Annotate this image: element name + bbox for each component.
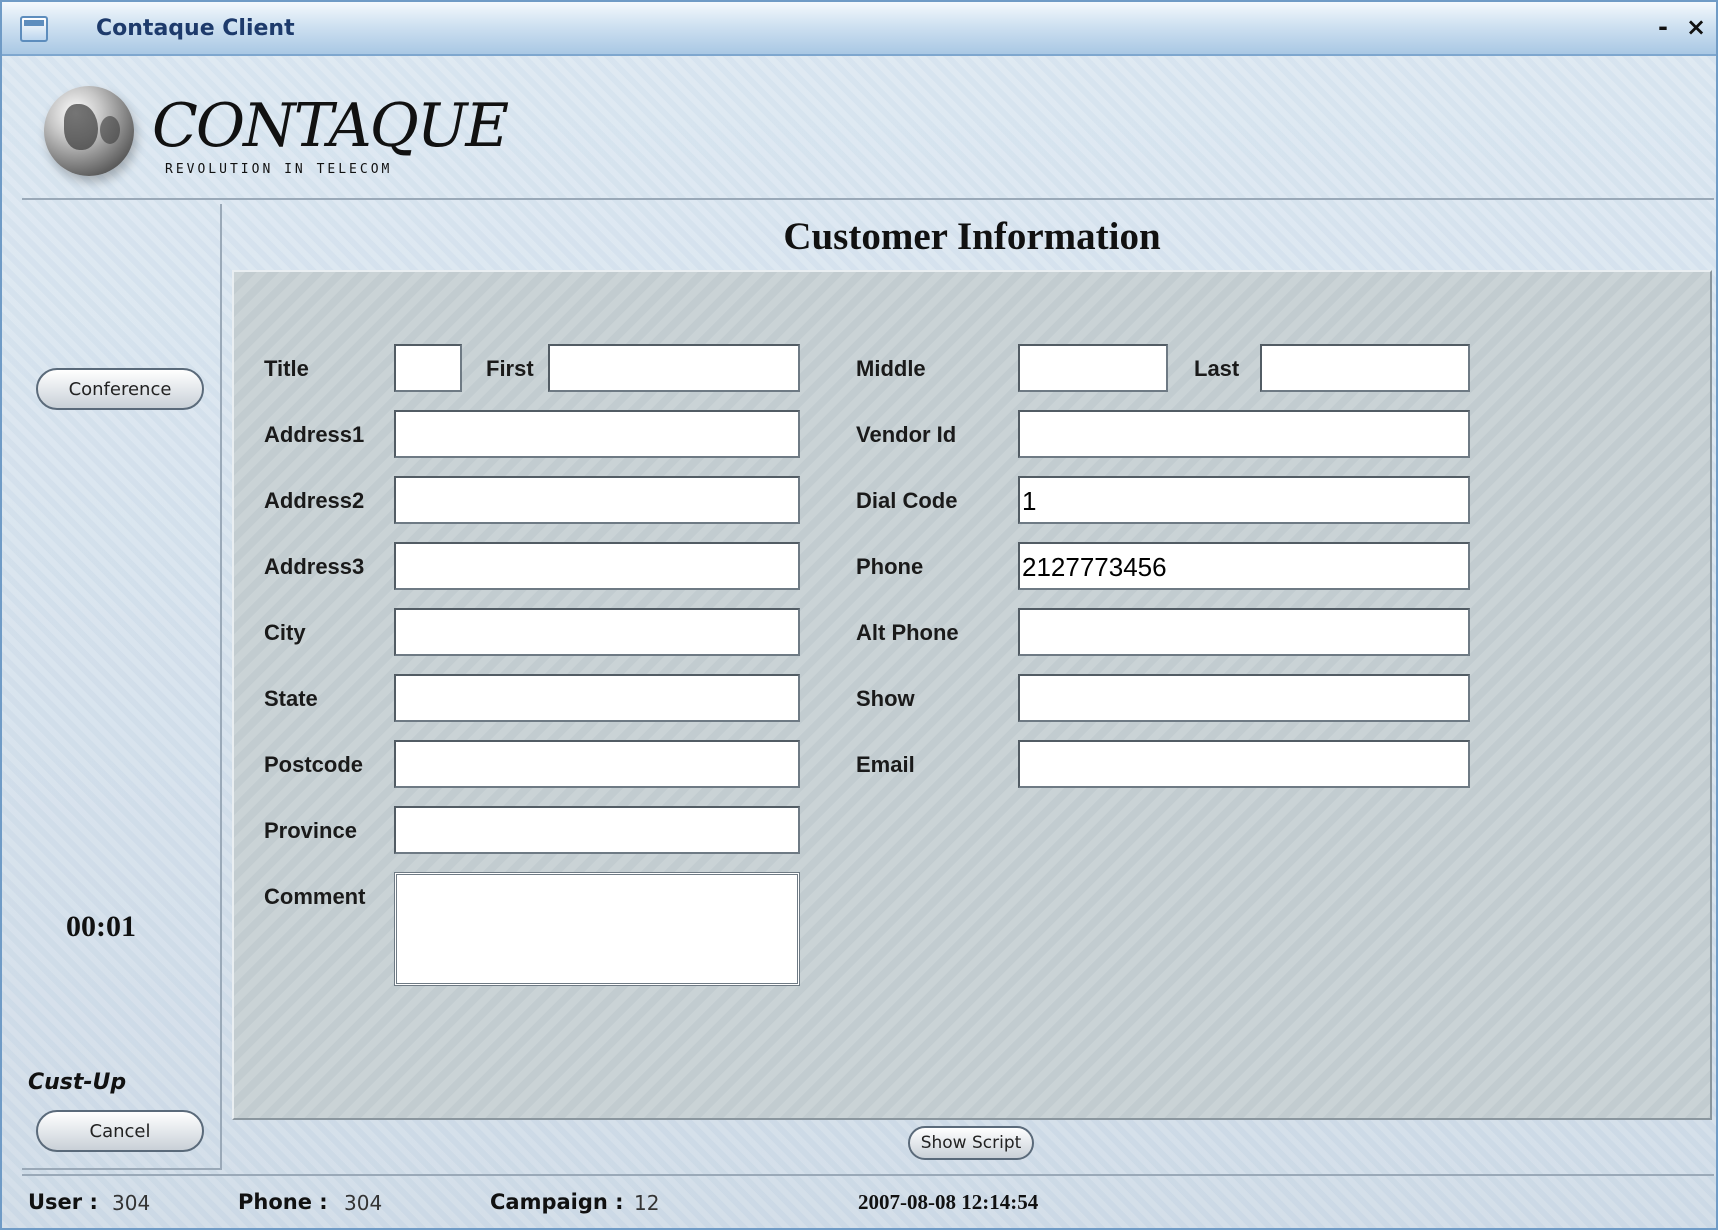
show-label: Show — [856, 686, 915, 711]
phone-label: Phone — [856, 554, 924, 579]
vendor-id-field[interactable] — [1018, 410, 1470, 458]
window-app-icon — [20, 16, 48, 42]
first-label: First — [486, 356, 534, 381]
alt-phone-field[interactable] — [1018, 608, 1470, 656]
comment-label: Comment — [264, 884, 366, 909]
campaign-label: Campaign : — [490, 1190, 624, 1214]
call-timer: 00:01 — [66, 910, 136, 943]
show-field[interactable] — [1018, 674, 1470, 722]
city-field[interactable] — [394, 608, 800, 656]
logo-tagline: REVOLUTION IN TELECOM — [165, 162, 393, 177]
state-label: State — [264, 686, 318, 711]
email-field[interactable] — [1018, 740, 1470, 788]
phone-status-value: 304 — [344, 1191, 383, 1215]
address3-label: Address3 — [264, 554, 365, 579]
first-name-field[interactable] — [548, 344, 800, 392]
user-value: 304 — [112, 1191, 151, 1215]
dial-code-label: Dial Code — [856, 488, 958, 513]
vendor-id-label: Vendor Id — [856, 422, 957, 447]
postcode-field[interactable] — [394, 740, 800, 788]
phone-field[interactable]: 2127773456 — [1018, 542, 1470, 590]
city-label: City — [264, 620, 306, 645]
last-label: Last — [1194, 356, 1240, 381]
show-script-button[interactable]: Show Script — [908, 1126, 1034, 1160]
cancel-button[interactable]: Cancel — [36, 1110, 204, 1152]
state-field[interactable] — [394, 674, 800, 722]
dial-code-field[interactable]: 1 — [1018, 476, 1470, 524]
last-name-field[interactable] — [1260, 344, 1470, 392]
title-bar[interactable]: Contaque Client - × — [2, 2, 1716, 56]
address1-label: Address1 — [264, 422, 365, 447]
customer-form: Title First Address1 Address2 Address3 C… — [232, 270, 1712, 1120]
comment-textarea[interactable] — [394, 872, 800, 986]
minimize-icon[interactable]: - — [1658, 12, 1668, 42]
call-control-panel: Conference 00:01 Cust-Up Cancel — [22, 204, 222, 1170]
address2-label: Address2 — [264, 488, 365, 513]
close-icon[interactable]: × — [1686, 12, 1706, 42]
postcode-label: Postcode — [264, 752, 364, 777]
page-title: Customer Information — [783, 215, 1161, 258]
user-label: User : — [28, 1190, 98, 1214]
middle-name-field[interactable] — [1018, 344, 1168, 392]
address1-field[interactable] — [394, 410, 800, 458]
campaign-value: 12 — [634, 1191, 660, 1215]
title-field[interactable] — [394, 344, 462, 392]
contaque-client-window: Contaque Client - × CONTAQUE REVOLUTION … — [0, 0, 1718, 1230]
window-title: Contaque Client — [96, 16, 295, 41]
conference-button[interactable]: Conference — [36, 368, 204, 410]
address2-field[interactable] — [394, 476, 800, 524]
province-field[interactable] — [394, 806, 800, 854]
globe-logo-icon — [44, 86, 134, 176]
logo-wordmark: CONTAQUE — [152, 91, 509, 161]
status-bar: User : 304 Phone : 304 Campaign : 12 200… — [22, 1174, 1714, 1224]
alt-phone-label: Alt Phone — [856, 620, 959, 645]
middle-label: Middle — [856, 356, 926, 381]
province-label: Province — [264, 818, 357, 843]
phone-status-label: Phone : — [238, 1190, 328, 1214]
title-label: Title — [264, 356, 309, 381]
call-status: Cust-Up — [28, 1070, 127, 1095]
logo-header: CONTAQUE REVOLUTION IN TELECOM — [22, 58, 1714, 200]
address3-field[interactable] — [394, 542, 800, 590]
email-label: Email — [856, 752, 915, 777]
status-datetime: 2007-08-08 12:14:54 — [858, 1190, 1039, 1214]
